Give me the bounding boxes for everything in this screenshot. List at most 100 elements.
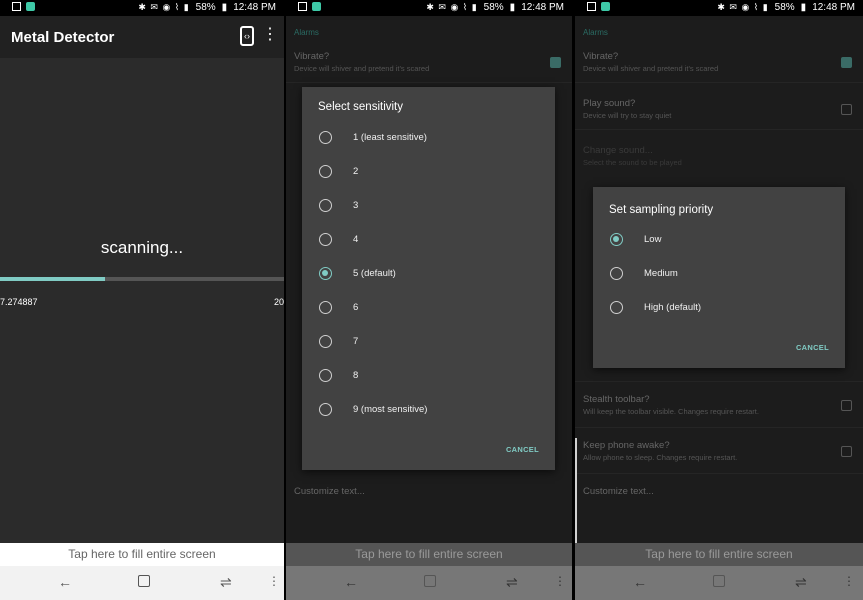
cancel-button[interactable]: CANCEL xyxy=(506,445,539,454)
nav-more-icon[interactable]: ⋮ xyxy=(554,574,566,588)
vibrate-title: Vibrate? xyxy=(294,51,330,62)
dialog-title: Select sensitivity xyxy=(318,101,404,113)
back-icon[interactable]: ← xyxy=(344,574,358,590)
radio-button[interactable] xyxy=(319,334,332,348)
battery-icon: ▮ xyxy=(800,2,807,13)
metal-detector-screen: ✱ ✉ ◉ ⌇ ▮ 58% ▮ 12:48 PM Metal Detector … xyxy=(0,0,284,600)
app-notification-icon xyxy=(601,2,610,11)
stealth-title: Stealth toolbar? xyxy=(583,394,650,405)
vibrate-setting[interactable]: Vibrate? Device will shiver and pretend … xyxy=(583,51,855,73)
radio-button[interactable] xyxy=(319,164,332,178)
back-icon[interactable]: ← xyxy=(58,574,72,590)
option-label: 1 (least sensitive) xyxy=(353,131,427,143)
radio-button[interactable] xyxy=(319,368,332,382)
image-notification-icon xyxy=(587,2,596,11)
radio-button[interactable] xyxy=(319,266,332,280)
option-label: Low xyxy=(644,233,662,245)
scan-progress-fill xyxy=(0,277,106,281)
settings-sampling-screen: ✱ ✉ ◉ ⌇ ▮ 58% ▮ 12:48 PM Alarms Vibrate?… xyxy=(575,0,863,600)
fill-screen-button[interactable]: Tap here to fill entire screen xyxy=(286,543,572,566)
recents-icon[interactable]: ⇌ xyxy=(795,574,807,591)
signal-icons: ✱ ✉ ◉ ⌇ ▮ xyxy=(717,2,769,12)
signal-icons: ✱ ✉ ◉ ⌇ ▮ xyxy=(426,2,478,12)
nav-more-icon[interactable]: ⋮ xyxy=(843,574,855,588)
sensitivity-dialog: Select sensitivity 1 (least sensitive) 2 3… xyxy=(302,87,555,470)
option-item[interactable]: Medium xyxy=(610,258,678,288)
recents-icon[interactable]: ⇌ xyxy=(220,574,232,591)
option-item[interactable]: Low xyxy=(610,224,661,254)
customize-text-setting[interactable]: Customize text... xyxy=(583,486,855,497)
radio-button[interactable] xyxy=(610,266,623,280)
play-sound-subtitle: Device will try to stay quiet xyxy=(583,111,672,120)
stealth-toolbar-setting[interactable]: Stealth toolbar? Will keep the toolbar v… xyxy=(583,394,855,416)
dialog-title: Set sampling priority xyxy=(609,204,714,216)
settings-sensitivity-screen: ✱ ✉ ◉ ⌇ ▮ 58% ▮ 12:48 PM Alarms Vibrate?… xyxy=(286,0,572,600)
option-item[interactable]: 1 (least sensitive) xyxy=(319,122,427,152)
status-bar: ✱ ✉ ◉ ⌇ ▮ 58% ▮ 12:48 PM xyxy=(575,0,863,16)
battery-icon: ▮ xyxy=(221,2,228,13)
stealth-checkbox[interactable] xyxy=(841,400,852,411)
option-item[interactable]: High (default) xyxy=(610,292,701,322)
option-label: 6 xyxy=(353,301,359,313)
radio-button[interactable] xyxy=(319,402,332,416)
vibrate-subtitle: Device will shiver and pretend it's scar… xyxy=(583,64,719,73)
keep-awake-checkbox[interactable] xyxy=(841,446,852,457)
change-sound-setting: Change sound... Select the sound to be p… xyxy=(583,145,855,167)
nav-more-icon[interactable]: ⋮ xyxy=(268,574,280,588)
fill-screen-button[interactable]: Tap here to fill entire screen xyxy=(575,543,863,566)
image-notification-icon xyxy=(298,2,307,11)
option-label: 8 xyxy=(353,369,359,381)
option-item[interactable]: 7 xyxy=(319,326,358,356)
app-notification-icon xyxy=(312,2,321,11)
vibrate-checkbox[interactable] xyxy=(550,57,561,68)
play-sound-setting[interactable]: Play sound? Device will try to stay quie… xyxy=(583,98,855,120)
option-item[interactable]: 4 xyxy=(319,224,358,254)
scan-progress-bar xyxy=(0,277,284,281)
radio-button[interactable] xyxy=(319,198,332,212)
radio-button[interactable] xyxy=(610,232,623,246)
vibrate-setting[interactable]: Vibrate? Device will shiver and pretend … xyxy=(294,51,564,73)
cancel-button[interactable]: CANCEL xyxy=(796,343,829,352)
option-item[interactable]: 6 xyxy=(319,292,358,322)
keep-awake-setting[interactable]: Keep phone awake? Allow phone to sleep. … xyxy=(583,440,855,462)
battery-icon: ▮ xyxy=(509,2,516,13)
option-item[interactable]: 2 xyxy=(319,156,358,186)
option-label: 2 xyxy=(353,165,359,177)
option-item[interactable]: 9 (most sensitive) xyxy=(319,394,427,424)
back-icon[interactable]: ← xyxy=(633,574,647,590)
recents-icon[interactable]: ⇌ xyxy=(506,574,518,591)
option-label: 5 (default) xyxy=(353,267,396,279)
nav-bar: ← ⇌ ⋮ xyxy=(575,566,863,600)
signal-icons: ✱ ✉ ◉ ⌇ ▮ xyxy=(138,2,190,12)
option-label: 9 (most sensitive) xyxy=(353,403,428,415)
vibrate-title: Vibrate? xyxy=(583,51,619,62)
customize-text-setting[interactable]: Customize text... xyxy=(294,486,564,497)
status-bar: ✱ ✉ ◉ ⌇ ▮ 58% ▮ 12:48 PM xyxy=(286,0,572,16)
battery-level: 58% xyxy=(483,2,504,13)
play-sound-checkbox[interactable] xyxy=(841,104,852,115)
home-icon[interactable] xyxy=(713,574,725,590)
vibrate-checkbox[interactable] xyxy=(841,57,852,68)
customize-title: Customize text... xyxy=(583,486,654,497)
scroll-indicator xyxy=(575,438,577,558)
radio-button[interactable] xyxy=(610,300,623,314)
radio-button[interactable] xyxy=(319,130,332,144)
reading-value: 7.274887 xyxy=(0,297,38,307)
radio-button[interactable] xyxy=(319,300,332,314)
home-icon[interactable] xyxy=(138,574,150,590)
play-sound-title: Play sound? xyxy=(583,98,636,109)
option-item[interactable]: 5 (default) xyxy=(319,258,396,288)
battery-level: 58% xyxy=(195,2,216,13)
swap-screen-icon[interactable]: ‹› xyxy=(240,26,254,46)
image-notification-icon xyxy=(12,2,21,11)
home-icon[interactable] xyxy=(424,574,436,590)
vibrate-subtitle: Device will shiver and pretend it's scar… xyxy=(294,64,430,73)
fill-screen-button[interactable]: Tap here to fill entire screen xyxy=(0,543,284,566)
overflow-menu-icon[interactable]: ⋮ xyxy=(262,27,278,43)
app-toolbar: Metal Detector ‹› ⋮ xyxy=(0,16,284,58)
option-label: 3 xyxy=(353,199,359,211)
option-item[interactable]: 3 xyxy=(319,190,358,220)
change-sound-title: Change sound... xyxy=(583,145,653,156)
option-item[interactable]: 8 xyxy=(319,360,358,390)
radio-button[interactable] xyxy=(319,232,332,246)
